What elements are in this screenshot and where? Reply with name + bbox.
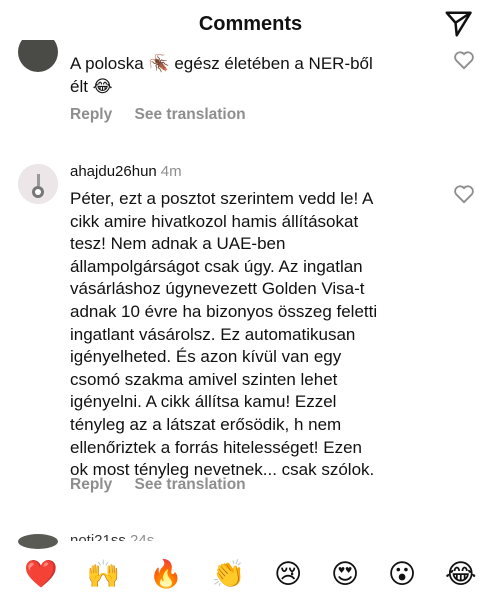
- avatar[interactable]: [18, 164, 58, 204]
- clapping-hands-emoji-button[interactable]: 👏: [212, 561, 246, 588]
- comment-text: A poloska 🪳 egész életében a NER-ből élt…: [70, 54, 373, 96]
- like-heart-icon[interactable]: [453, 184, 475, 204]
- page-title: Comments: [198, 12, 303, 35]
- raised-hands-emoji-button[interactable]: 🙌: [87, 561, 121, 588]
- emoji-reaction-bar: ❤️ 🙌 🔥 👏 😢 😍 😮 😂: [0, 549, 501, 600]
- reply-button[interactable]: Reply: [70, 476, 112, 493]
- comment-text: Péter, ezt a posztot szerintem vedd le! …: [70, 189, 378, 480]
- fire-emoji-button[interactable]: 🔥: [149, 561, 183, 588]
- like-heart-icon[interactable]: [453, 50, 475, 70]
- see-translation-button[interactable]: See translation: [135, 476, 246, 493]
- heart-eyes-emoji-button[interactable]: 😍: [331, 561, 359, 588]
- comment-peek: noti21ss 24s: [70, 532, 154, 541]
- comment-username[interactable]: ahajdu26hun: [70, 163, 157, 180]
- comment-item: ahajdu26hun 4m Péter, ezt a posztot szeri…: [0, 160, 501, 500]
- comment-time: 4m: [160, 163, 182, 180]
- comment-item: A poloska 🪳 egész életében a NER-ből élt…: [0, 40, 501, 130]
- comment-time: 24s: [130, 532, 155, 541]
- crying-face-emoji-button[interactable]: 😢: [274, 561, 302, 588]
- comment-username[interactable]: noti21ss: [70, 532, 126, 541]
- reply-button[interactable]: Reply: [70, 106, 112, 123]
- laughing-tears-emoji-button[interactable]: 😂: [445, 561, 477, 588]
- avatar[interactable]: [18, 534, 58, 549]
- surprised-face-emoji-button[interactable]: 😮: [388, 561, 416, 588]
- see-translation-button[interactable]: See translation: [135, 106, 246, 123]
- red-heart-emoji-button[interactable]: ❤️: [24, 561, 58, 588]
- send-icon[interactable]: [443, 9, 473, 39]
